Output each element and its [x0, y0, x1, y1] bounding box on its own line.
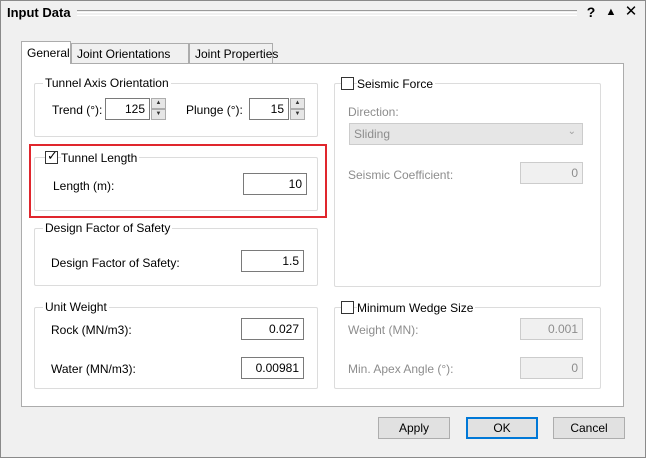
cancel-button[interactable]: Cancel	[553, 417, 625, 439]
water-weight-input[interactable]: 0.00981	[241, 357, 304, 379]
title-grip	[77, 10, 577, 16]
dialog-title: Input Data	[7, 5, 71, 20]
trend-label: Trend (°):	[52, 103, 103, 117]
trend-input[interactable]: 125	[105, 98, 150, 120]
apply-button[interactable]: Apply	[378, 417, 450, 439]
ok-button[interactable]: OK	[466, 417, 538, 439]
plunge-input[interactable]: 15	[249, 98, 289, 120]
min-wedge-size-title: Minimum Wedge Size	[357, 301, 476, 315]
plunge-down-arrow-icon[interactable]: ▼	[290, 109, 305, 120]
plunge-spinner: ▲ ▼	[290, 98, 306, 120]
direction-value: Sliding	[354, 127, 391, 141]
plunge-up-arrow-icon[interactable]: ▲	[290, 98, 305, 109]
water-weight-label: Water (MN/m3):	[51, 362, 136, 376]
help-icon[interactable]: ?	[583, 4, 599, 20]
design-fos-input[interactable]: 1.5	[241, 250, 304, 272]
close-icon[interactable]: ✕	[623, 4, 639, 20]
unit-weight-title: Unit Weight	[43, 300, 109, 314]
seismic-coefficient-label: Seismic Coefficient:	[348, 168, 454, 182]
rock-weight-label: Rock (MN/m3):	[51, 323, 132, 337]
rollup-icon[interactable]: ▲	[603, 4, 619, 20]
rock-weight-input[interactable]: 0.027	[241, 318, 304, 340]
seismic-force-title: Seismic Force	[357, 77, 436, 91]
input-data-dialog: Input Data ? ▲ ✕ General Joint Orientati…	[0, 0, 646, 458]
seismic-coefficient-input[interactable]: 0	[520, 162, 583, 184]
trend-spinner: ▲ ▼	[151, 98, 167, 120]
title-bar[interactable]: Input Data ? ▲ ✕	[1, 1, 645, 25]
min-apex-angle-input[interactable]: 0	[520, 357, 583, 379]
length-label: Length (m):	[53, 179, 115, 193]
tunnel-length-title: Tunnel Length	[61, 151, 140, 165]
min-wedge-size-checkbox[interactable]	[341, 301, 354, 314]
chevron-down-icon: ⌄	[567, 126, 576, 137]
general-tab-panel: Tunnel Axis Orientation Trend (°): 125 ▲…	[21, 63, 624, 407]
min-apex-angle-label: Min. Apex Angle (°):	[348, 362, 454, 376]
tab-general[interactable]: General	[21, 41, 71, 64]
design-fos-title: Design Factor of Safety	[43, 221, 173, 235]
plunge-label: Plunge (°):	[186, 103, 243, 117]
design-fos-label: Design Factor of Safety:	[51, 256, 180, 270]
tunnel-axis-title: Tunnel Axis Orientation	[43, 76, 171, 90]
checkmark-icon: ✓	[47, 148, 58, 163]
trend-up-arrow-icon[interactable]: ▲	[151, 98, 166, 109]
tab-joint-orientations[interactable]: Joint Orientations	[71, 43, 189, 63]
length-input[interactable]: 10	[243, 173, 307, 195]
seismic-force-checkbox[interactable]	[341, 77, 354, 90]
direction-select[interactable]: Sliding ⌄	[349, 123, 583, 145]
trend-down-arrow-icon[interactable]: ▼	[151, 109, 166, 120]
min-weight-label: Weight (MN):	[348, 323, 419, 337]
direction-label: Direction:	[348, 105, 399, 119]
tab-joint-properties[interactable]: Joint Properties	[189, 43, 278, 63]
tunnel-length-checkbox[interactable]: ✓	[45, 148, 58, 164]
min-weight-input[interactable]: 0.001	[520, 318, 583, 340]
